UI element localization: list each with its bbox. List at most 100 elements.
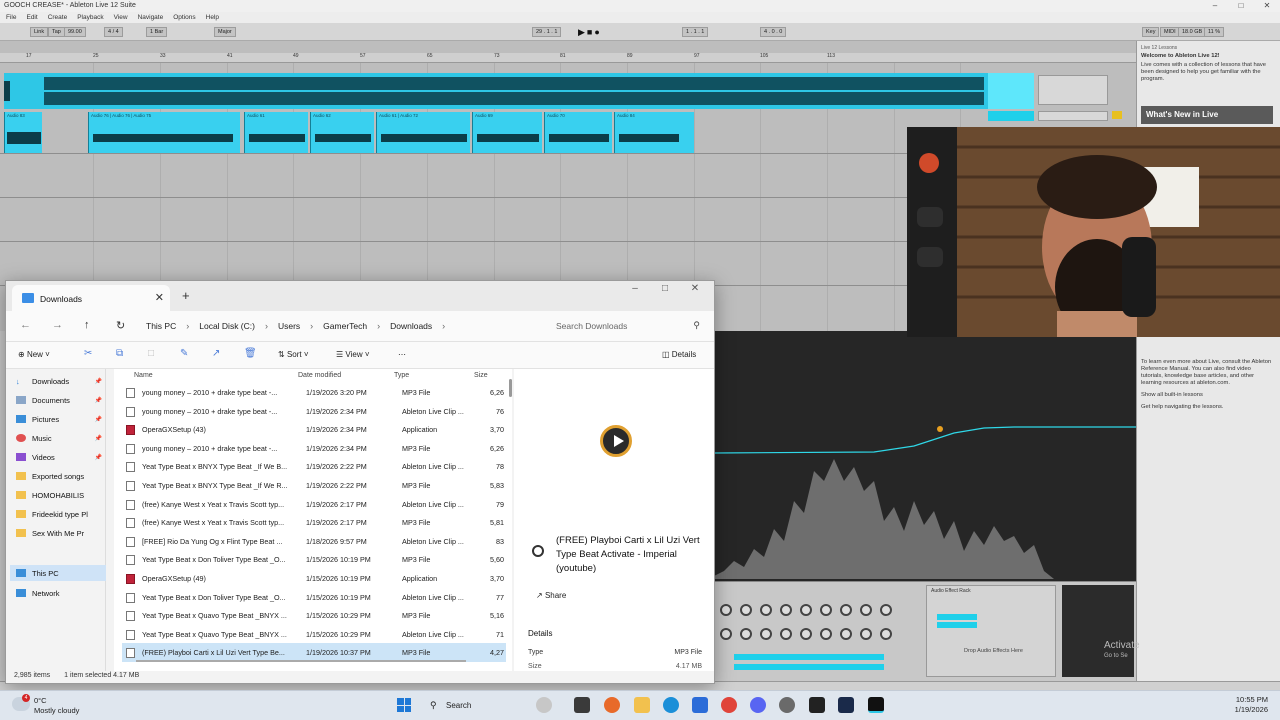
copy-icon[interactable]: ⧉ (116, 348, 123, 359)
breadcrumb-this-pc[interactable]: This PC (146, 321, 176, 331)
sidebar-item-downloads[interactable]: ↓ Downloads 📌 (16, 373, 106, 389)
back-arrow-icon[interactable]: ← (20, 319, 31, 331)
share-icon[interactable]: ↗ (212, 348, 220, 359)
up-arrow-icon[interactable]: ↑ (84, 319, 90, 331)
menu-options[interactable]: Options (173, 12, 195, 23)
help-navigating-link[interactable]: Get help navigating the lessons. (1141, 404, 1273, 411)
maximize-icon[interactable]: □ (1228, 0, 1254, 12)
file-row[interactable]: Yeat Type Beat x Quavo Type Beat _BNYX .… (122, 625, 506, 644)
timeline-ruler[interactable]: 17 25 33 41 49 57 65 73 81 89 97 105 113 (0, 53, 1136, 63)
time-signature-field[interactable]: 4 / 4 (104, 27, 123, 37)
close-icon[interactable]: ✕ (680, 283, 710, 294)
breadcrumb-downloads[interactable]: Downloads (390, 321, 432, 331)
steam-icon[interactable] (838, 697, 854, 713)
sidebar-item-homohabilis[interactable]: HOMOHABILIS (16, 487, 106, 503)
show-lessons-link[interactable]: Show all built-in lessons (1141, 392, 1273, 399)
sidebar-item-music[interactable]: Music 📌 (16, 430, 106, 446)
weather-description[interactable]: Mostly cloudy (34, 706, 79, 715)
sidebar-item-frideekid[interactable]: Frideekid type Pl (16, 506, 106, 522)
copilot-icon[interactable] (536, 697, 552, 713)
breadcrumb[interactable]: This PC › Local Disk (C:) › Users › GamerTe… (146, 316, 534, 336)
scale-menu[interactable]: Major (214, 27, 236, 37)
loop-start[interactable]: 1 . 1 . 1 (682, 27, 709, 37)
play-icon[interactable] (600, 425, 632, 457)
sidebar-item-exported-songs[interactable]: Exported songs (16, 468, 106, 484)
breadcrumb-gamertech[interactable]: GamerTech (323, 321, 367, 331)
view-button[interactable]: ☰ View ˅ (336, 350, 370, 359)
delete-icon[interactable]: 🗑 (244, 348, 257, 359)
menu-playback[interactable]: Playback (77, 12, 103, 23)
store-icon[interactable] (692, 697, 708, 713)
audio-clip[interactable]: Audio 83 (4, 112, 42, 154)
search-input[interactable]: Search Downloads ⚲ (542, 316, 706, 336)
midi-map-button[interactable]: MIDI (1160, 27, 1180, 37)
breadcrumb-local-disk[interactable]: Local Disk (C:) (199, 321, 255, 331)
file-row[interactable]: OperaGXSetup (49) 1/15/2026 10:19 PM Appli… (122, 569, 506, 588)
audio-clip[interactable]: Audio 84 (614, 112, 694, 154)
whats-new-button[interactable]: What's New in Live (1141, 106, 1273, 124)
maximize-icon[interactable]: □ (650, 283, 680, 294)
close-tab-icon[interactable]: ✕ (155, 291, 164, 304)
play-stop-record-controls[interactable]: ▶■● (578, 27, 614, 37)
paste-icon[interactable]: □ (148, 348, 154, 359)
forward-arrow-icon[interactable]: → (52, 319, 63, 331)
start-icon[interactable] (397, 698, 411, 712)
file-explorer-icon[interactable] (634, 697, 650, 713)
audio-clip[interactable]: Audio 69 (472, 112, 542, 154)
menu-edit[interactable]: Edit (26, 12, 37, 23)
sidebar-item-this-pc[interactable]: This PC (10, 565, 106, 581)
ableton-live-icon[interactable] (868, 697, 884, 713)
new-tab-icon[interactable]: + (182, 288, 190, 303)
taskbar-search[interactable]: ⚲ Search (428, 697, 528, 715)
breadcrumb-users[interactable]: Users (278, 321, 300, 331)
cut-icon[interactable]: ✂ (84, 348, 92, 359)
audio-clip[interactable]: Audio 61 (244, 112, 308, 154)
link-button[interactable]: Link (30, 27, 49, 37)
loop-length[interactable]: 4 . 0 . 0 (760, 27, 787, 37)
file-row[interactable]: young money – 2010 + drake type beat -..… (122, 383, 506, 402)
file-row[interactable]: Yeat Type Beat x Quavo Type Beat _BNYX .… (122, 606, 506, 625)
obs-icon[interactable] (809, 697, 825, 713)
audio-clip[interactable]: Audio 70 (544, 112, 612, 154)
sidebar-item-documents[interactable]: Documents 📌 (16, 392, 106, 408)
tab-downloads[interactable]: Downloads ✕ (12, 285, 170, 311)
menu-help[interactable]: Help (206, 12, 219, 23)
quantize-menu[interactable]: 1 Bar (146, 27, 168, 37)
file-row[interactable]: Yeat Type Beat x BNYX Type Beat _If We R… (122, 476, 506, 495)
file-row[interactable]: young money – 2010 + drake type beat -..… (122, 402, 506, 421)
system-clock[interactable]: 10:55 PM 1/19/2026 (1235, 695, 1268, 715)
sidebar-item-sex-with-me[interactable]: Sex With Me Pr (16, 525, 106, 541)
file-row[interactable]: OperaGXSetup (43) 1/19/2026 2:34 PM Applic… (122, 420, 506, 439)
sort-button[interactable]: ⇅ Sort ˅ (278, 350, 309, 359)
file-row[interactable]: (free) Kanye West x Yeat x Travis Scott … (122, 513, 506, 532)
tempo-field[interactable]: 99.00 (64, 27, 86, 37)
task-view-icon[interactable] (574, 697, 590, 713)
sidebar-item-network[interactable]: Network (16, 585, 106, 601)
close-icon[interactable]: ✕ (1254, 0, 1280, 12)
file-row[interactable]: young money – 2010 + drake type beat -..… (122, 439, 506, 458)
rename-icon[interactable]: ✎ (180, 348, 188, 359)
menu-navigate[interactable]: Navigate (138, 12, 164, 23)
minimize-icon[interactable]: – (620, 283, 650, 294)
audio-clip[interactable]: Audio 61 | Audio 72 (376, 112, 470, 154)
details-pane-button[interactable]: ◫ Details (662, 350, 696, 359)
audio-clip[interactable]: Audio 76 | Audio 76 | Audio 75 (88, 112, 240, 154)
tap-button[interactable]: Tap (48, 27, 65, 37)
sidebar-item-pictures[interactable]: Pictures 📌 (16, 411, 106, 427)
edge-icon[interactable] (663, 697, 679, 713)
horizontal-scrollbar[interactable] (136, 660, 466, 662)
share-button[interactable]: ↗ Share (536, 591, 566, 600)
menu-file[interactable]: File (6, 12, 16, 23)
weather-temperature[interactable]: 0°C (34, 696, 47, 705)
settings-icon[interactable] (779, 697, 795, 713)
new-button[interactable]: ⊕ New ˅ (18, 350, 50, 359)
audio-clip[interactable]: Audio 62 (310, 112, 374, 154)
file-row[interactable]: [FREE] Rio Da Yung Og x Flint Type Beat … (122, 532, 506, 551)
audio-clip-main[interactable] (4, 73, 988, 109)
clip-detail-view[interactable] (714, 331, 1136, 581)
minimize-icon[interactable]: – (1202, 0, 1228, 12)
sidebar-item-videos[interactable]: Videos 📌 (16, 449, 106, 465)
discord-icon[interactable] (750, 697, 766, 713)
key-map-button[interactable]: Key (1142, 27, 1160, 37)
widgets-icon[interactable] (604, 697, 620, 713)
